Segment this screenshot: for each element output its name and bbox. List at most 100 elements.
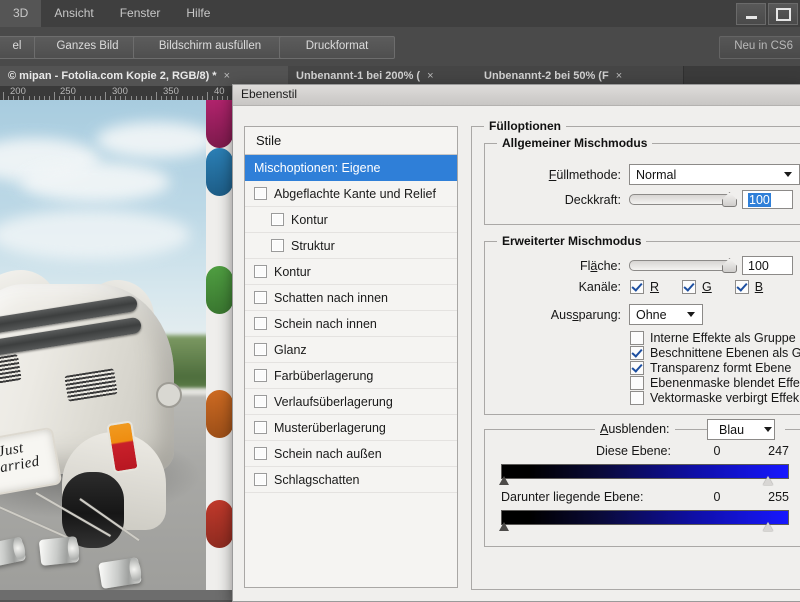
advanced-checkbox-4[interactable] (630, 390, 644, 405)
option-button-druckformat[interactable]: Druckformat (279, 36, 395, 59)
style-row-label: Schlagschatten (274, 472, 360, 487)
advanced-checkbox-0[interactable] (630, 330, 644, 345)
menu-item-fenster[interactable]: Fenster (107, 0, 174, 27)
menu-item-hilfe[interactable]: Hilfe (173, 0, 223, 27)
style-enable-checkbox[interactable] (254, 317, 267, 330)
blend-if-label: usblenden: (608, 422, 670, 436)
fill-slider[interactable] (629, 258, 737, 273)
under-layer-black-slider[interactable] (499, 522, 510, 533)
channel-g[interactable]: G (682, 280, 712, 294)
document-tab-unbenannt-1[interactable]: Unbenannt-1 bei 200% ( × (288, 66, 491, 86)
opacity-label: Deckkraft: (564, 192, 621, 207)
style-enable-checkbox[interactable] (254, 291, 267, 304)
blend-if-legend-wrap: Ausblenden: (595, 422, 675, 436)
this-layer-black-slider[interactable] (499, 476, 510, 487)
channel-b-label: B (754, 280, 764, 294)
dialog-title-bar[interactable]: Ebenenstil (233, 85, 800, 106)
style-row-label: Kontur (291, 212, 328, 227)
advanced-checkbox-row-4[interactable]: Vektormaske verbirgt Effek (630, 390, 800, 405)
style-row-12[interactable]: Schlagschatten (245, 467, 457, 493)
blend-if-channel-select[interactable]: Blau (707, 419, 785, 440)
chevron-down-icon (687, 312, 695, 317)
advanced-checkbox-row-2[interactable]: Transparenz formt Ebene (630, 360, 800, 375)
channel-r-checkbox[interactable] (630, 280, 644, 294)
style-row-label: Schein nach außen (274, 446, 382, 461)
channel-b[interactable]: B (734, 280, 764, 294)
advanced-checkbox-3[interactable] (630, 375, 644, 390)
style-row-8[interactable]: Farbüberlagerung (245, 363, 457, 389)
style-enable-checkbox[interactable] (254, 395, 267, 408)
style-row-2[interactable]: Kontur (245, 207, 457, 233)
advanced-checkbox-row-0[interactable]: Interne Effekte als Gruppe (630, 330, 800, 345)
opacity-input[interactable]: 100 (742, 190, 793, 209)
neu-in-cs6-button[interactable]: Neu in CS6 (719, 36, 800, 59)
channels-label: Kanäle: (578, 280, 621, 294)
advanced-checkbox-row-1[interactable]: Beschnittene Ebenen als G (630, 345, 800, 360)
channel-r[interactable]: R (630, 280, 659, 294)
style-row-9[interactable]: Verlaufsüberlagerung (245, 389, 457, 415)
canvas-area[interactable]: Just Married (0, 100, 240, 600)
opacity-slider-handle[interactable] (722, 192, 737, 207)
style-row-1[interactable]: Abgeflachte Kante und Relief (245, 181, 457, 207)
chevron-down-icon (784, 172, 792, 177)
document-tab-unbenannt-2[interactable]: Unbenannt-2 bei 50% (F × (476, 66, 684, 86)
style-enable-checkbox[interactable] (271, 213, 284, 226)
option-button-bildschirm-ausfuellen[interactable]: Bildschirm ausfüllen (133, 36, 287, 59)
under-layer-white-slider[interactable] (763, 522, 774, 533)
advanced-checkbox-2[interactable] (630, 360, 644, 375)
this-layer-row: Diese Ebene: 0 247 (501, 444, 789, 458)
blend-if-channel-value: Blau (719, 422, 745, 437)
this-layer-gradient-bar[interactable] (501, 464, 789, 479)
minimize-button[interactable] (736, 3, 766, 25)
maximize-button[interactable] (768, 3, 798, 25)
style-row-6[interactable]: Schein nach innen (245, 311, 457, 337)
blend-mode-select[interactable]: Normal (629, 164, 800, 185)
advanced-checkbox-row-3[interactable]: Ebenenmaske blendet Effe (630, 375, 800, 390)
this-layer-white-slider[interactable] (763, 476, 774, 487)
style-enable-checkbox[interactable] (254, 473, 267, 486)
styles-list-panel[interactable]: Stile Mischoptionen: Eigene Abgeflachte K… (244, 126, 458, 588)
this-layer-label: Diese Ebene: (595, 444, 671, 458)
knockout-select[interactable]: Ohne (629, 304, 703, 325)
document-tab-bar: © mipan - Fotolia.com Kopie 2, RGB/8) * … (0, 66, 800, 86)
opacity-slider[interactable] (629, 192, 737, 207)
horizontal-ruler[interactable]: 200 250 300 350 40 (0, 86, 240, 101)
menu-item-ansicht[interactable]: Ansicht (41, 0, 106, 27)
channel-b-checkbox[interactable] (734, 280, 749, 294)
chevron-down-icon (764, 427, 772, 432)
style-enable-checkbox[interactable] (254, 447, 267, 460)
menu-item-3d[interactable]: 3D (0, 0, 42, 27)
option-button-ganzes-bild[interactable]: Ganzes Bild (34, 36, 141, 59)
close-icon[interactable]: × (616, 70, 622, 82)
advanced-checkbox-1[interactable] (630, 345, 644, 360)
under-layer-gradient-bar[interactable] (501, 510, 789, 525)
dialog-body: Stile Mischoptionen: Eigene Abgeflachte K… (233, 106, 800, 601)
style-enable-checkbox[interactable] (271, 239, 284, 252)
style-row-11[interactable]: Schein nach außen (245, 441, 457, 467)
style-enable-checkbox[interactable] (254, 343, 267, 356)
fill-options-group: Fülloptionen Allgemeiner Mischmodus Füll… (471, 119, 800, 590)
style-row-label: Mischoptionen: Eigene (254, 160, 381, 175)
styles-list-items: Mischoptionen: Eigene Abgeflachte Kante u… (245, 155, 457, 493)
close-icon[interactable]: × (427, 70, 433, 82)
style-row-0[interactable]: Mischoptionen: Eigene (245, 155, 457, 181)
fill-input[interactable]: 100 (742, 256, 793, 275)
car-graphic: Just Married (0, 250, 196, 548)
close-icon[interactable]: × (224, 70, 230, 82)
advanced-checkbox-label: Transparenz formt Ebene (650, 360, 792, 375)
style-row-10[interactable]: Musterüberlagerung (245, 415, 457, 441)
advanced-blending-group: Erweiterter Mischmodus Fläche: 100 Kanäl… (484, 234, 800, 415)
style-enable-checkbox[interactable] (254, 187, 267, 200)
style-enable-checkbox[interactable] (254, 369, 267, 382)
style-row-3[interactable]: Struktur (245, 233, 457, 259)
style-row-5[interactable]: Schatten nach innen (245, 285, 457, 311)
document-tab-mipan[interactable]: © mipan - Fotolia.com Kopie 2, RGB/8) * … (0, 66, 303, 86)
fill-options-legend: Fülloptionen (484, 119, 566, 133)
channel-g-checkbox[interactable] (682, 280, 697, 294)
style-enable-checkbox[interactable] (254, 421, 267, 434)
style-row-4[interactable]: Kontur (245, 259, 457, 285)
style-row-7[interactable]: Glanz (245, 337, 457, 363)
knockout-value: Ohne (636, 307, 667, 322)
style-enable-checkbox[interactable] (254, 265, 267, 278)
fill-slider-handle[interactable] (722, 258, 737, 273)
